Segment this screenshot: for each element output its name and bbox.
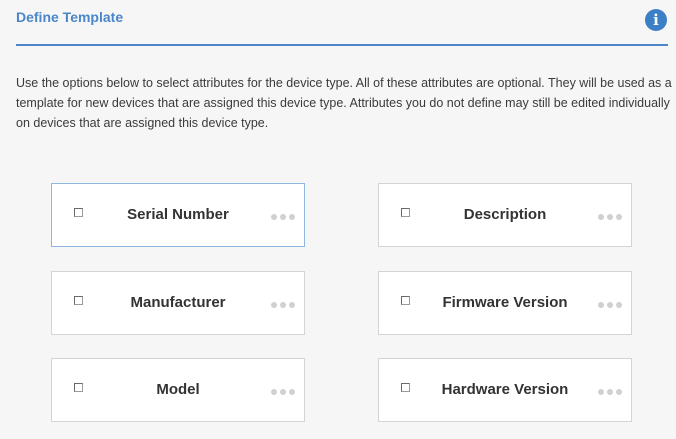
info-icon[interactable]: i <box>645 9 667 31</box>
attribute-label: Model <box>156 381 200 398</box>
more-options-icon[interactable] <box>271 214 295 220</box>
more-options-icon[interactable] <box>598 302 622 308</box>
attribute-card-hardware-version[interactable]: Hardware Version <box>378 358 632 422</box>
attribute-label: Manufacturer <box>130 294 226 311</box>
firmware-version-checkbox[interactable] <box>401 296 410 305</box>
attribute-label: Hardware Version <box>441 381 569 398</box>
model-checkbox[interactable] <box>74 383 83 392</box>
manufacturer-checkbox[interactable] <box>74 296 83 305</box>
attribute-label: Serial Number <box>127 206 229 223</box>
more-options-icon[interactable] <box>271 302 295 308</box>
more-options-icon[interactable] <box>271 389 295 395</box>
attribute-card-serial-number[interactable]: Serial Number <box>51 183 305 247</box>
page-title: Define Template <box>16 9 124 25</box>
attribute-card-description[interactable]: Description <box>378 183 632 247</box>
title-divider <box>16 44 668 46</box>
hardware-version-checkbox[interactable] <box>401 383 410 392</box>
serial-number-checkbox[interactable] <box>74 208 83 217</box>
more-options-icon[interactable] <box>598 389 622 395</box>
attribute-card-model[interactable]: Model <box>51 358 305 422</box>
description-checkbox[interactable] <box>401 208 410 217</box>
attribute-label: Description <box>463 206 547 223</box>
more-options-icon[interactable] <box>598 214 622 220</box>
attribute-label: Firmware Version <box>442 294 568 311</box>
attribute-card-manufacturer[interactable]: Manufacturer <box>51 271 305 335</box>
attribute-card-firmware-version[interactable]: Firmware Version <box>378 271 632 335</box>
description-text: Use the options below to select attribut… <box>16 76 672 130</box>
